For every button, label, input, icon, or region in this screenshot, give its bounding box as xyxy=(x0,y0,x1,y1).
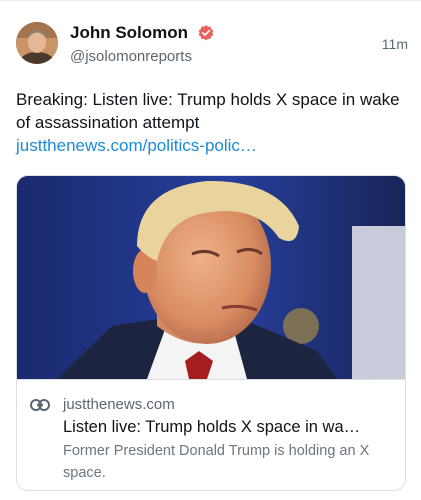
card-description: Former President Donald Trump is holding… xyxy=(63,443,370,481)
author-display-name[interactable]: John Solomon xyxy=(70,22,188,44)
post-header: John Solomon @jsolomonreports 11m xyxy=(16,22,408,68)
post-link[interactable]: justthenews.com/politics-polic… xyxy=(16,134,408,157)
card-meta[interactable]: justthenews.com Listen live: Trump holds… xyxy=(17,379,405,490)
verified-badge-icon xyxy=(198,25,213,41)
author-handle[interactable]: @jsolomonreports xyxy=(70,47,215,67)
card-image[interactable] xyxy=(17,176,405,379)
card-domain: justthenews.com xyxy=(63,396,175,413)
top-divider xyxy=(0,0,421,1)
post-timestamp[interactable]: 11m xyxy=(382,36,408,52)
post-text: Breaking: Listen live: Trump holds X spa… xyxy=(16,90,400,132)
card-title[interactable]: Listen live: Trump holds X space in wa… xyxy=(63,416,399,438)
link-icon xyxy=(30,399,50,411)
post-body: Breaking: Listen live: Trump holds X spa… xyxy=(16,88,408,157)
avatar[interactable] xyxy=(16,22,58,64)
link-preview-card[interactable]: justthenews.com Listen live: Trump holds… xyxy=(16,175,406,491)
